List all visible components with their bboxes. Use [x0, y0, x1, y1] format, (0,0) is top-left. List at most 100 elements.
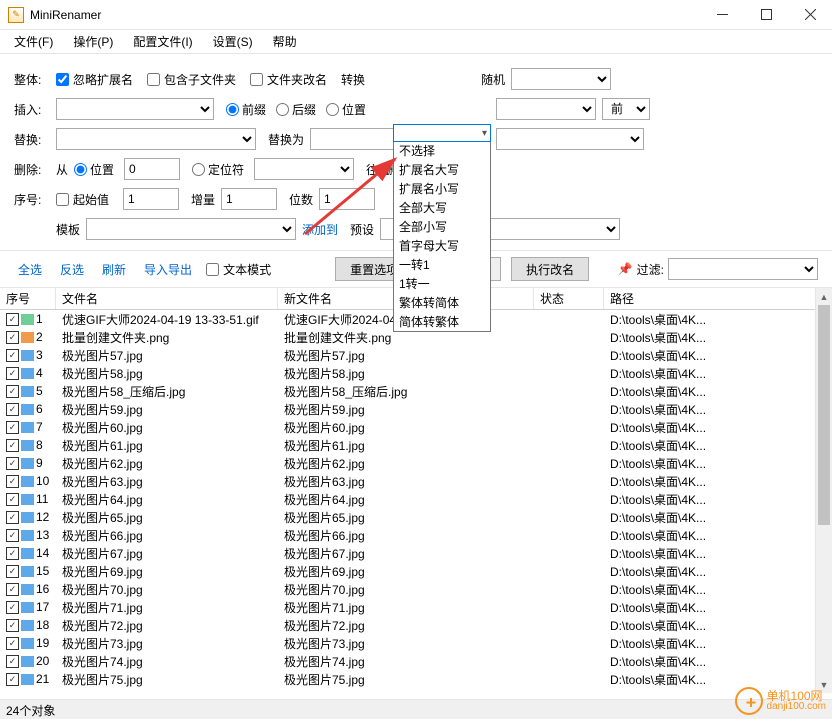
row-checkbox[interactable]: [6, 403, 19, 416]
row-checkbox[interactable]: [6, 385, 19, 398]
select-insert-opt[interactable]: [496, 98, 596, 120]
table-row[interactable]: 17极光图片71.jpg极光图片71.jpgD:\tools\桌面\4K...: [0, 598, 815, 616]
input-start-val[interactable]: [123, 188, 179, 210]
convert-option-6[interactable]: 一转1: [394, 255, 490, 274]
menu-help[interactable]: 帮助: [263, 30, 307, 53]
select-front-back[interactable]: 前: [602, 98, 650, 120]
select-filter[interactable]: [668, 258, 818, 280]
table-row[interactable]: 8极光图片61.jpg极光图片61.jpgD:\tools\桌面\4K...: [0, 436, 815, 454]
link-import-export[interactable]: 导入导出: [140, 259, 196, 280]
convert-option-5[interactable]: 首字母大写: [394, 236, 490, 255]
table-row[interactable]: 18极光图片72.jpg极光图片72.jpgD:\tools\桌面\4K...: [0, 616, 815, 634]
close-button[interactable]: [788, 0, 832, 30]
link-refresh[interactable]: 刷新: [98, 259, 130, 280]
row-checkbox[interactable]: [6, 511, 19, 524]
th-filename[interactable]: 文件名: [56, 288, 278, 309]
row-checkbox[interactable]: [6, 313, 19, 326]
cell-path: D:\tools\桌面\4K...: [604, 491, 815, 508]
table-row[interactable]: 5极光图片58_压缩后.jpg极光图片58_压缩后.jpgD:\tools\桌面…: [0, 382, 815, 400]
row-checkbox[interactable]: [6, 619, 19, 632]
select-replace-mode[interactable]: [496, 128, 644, 150]
table-row[interactable]: 4极光图片58.jpg极光图片58.jpgD:\tools\桌面\4K...: [0, 364, 815, 382]
row-checkbox[interactable]: [6, 655, 19, 668]
table-row[interactable]: 12极光图片65.jpg极光图片65.jpgD:\tools\桌面\4K...: [0, 508, 815, 526]
select-insert-text[interactable]: [56, 98, 214, 120]
select-locator[interactable]: [254, 158, 354, 180]
convert-option-0[interactable]: 不选择: [394, 141, 490, 160]
table-row[interactable]: 15极光图片69.jpg极光图片69.jpgD:\tools\桌面\4K...: [0, 562, 815, 580]
select-random[interactable]: [511, 68, 611, 90]
scroll-thumb[interactable]: [818, 305, 830, 525]
input-del-pos[interactable]: [124, 158, 180, 180]
checkbox-text-mode[interactable]: 文本模式: [206, 261, 271, 278]
checkbox-include-sub[interactable]: 包含子文件夹: [147, 71, 236, 88]
row-checkbox[interactable]: [6, 493, 19, 506]
radio-del-locator[interactable]: 定位符: [192, 161, 244, 178]
th-index[interactable]: 序号: [0, 288, 56, 309]
plus-circle-icon: [735, 687, 763, 715]
convert-option-1[interactable]: 扩展名大写: [394, 160, 490, 179]
row-checkbox[interactable]: [6, 637, 19, 650]
table-row[interactable]: 10极光图片63.jpg极光图片63.jpgD:\tools\桌面\4K...: [0, 472, 815, 490]
select-replace-from[interactable]: [56, 128, 256, 150]
menu-settings[interactable]: 设置(S): [203, 30, 263, 53]
table-row[interactable]: 14极光图片67.jpg极光图片67.jpgD:\tools\桌面\4K...: [0, 544, 815, 562]
table-row[interactable]: 3极光图片57.jpg极光图片57.jpgD:\tools\桌面\4K...: [0, 346, 815, 364]
table-row[interactable]: 21极光图片75.jpg极光图片75.jpgD:\tools\桌面\4K...: [0, 670, 815, 688]
table-row[interactable]: 6极光图片59.jpg极光图片59.jpgD:\tools\桌面\4K...: [0, 400, 815, 418]
menu-ops[interactable]: 操作(P): [63, 30, 123, 53]
link-select-all[interactable]: 全选: [14, 259, 46, 280]
row-checkbox[interactable]: [6, 367, 19, 380]
table-row[interactable]: 16极光图片70.jpg极光图片70.jpgD:\tools\桌面\4K...: [0, 580, 815, 598]
minimize-button[interactable]: [700, 0, 744, 30]
row-checkbox[interactable]: [6, 565, 19, 578]
table-row[interactable]: 19极光图片73.jpg极光图片73.jpgD:\tools\桌面\4K...: [0, 634, 815, 652]
row-checkbox[interactable]: [6, 457, 19, 470]
input-digits[interactable]: [319, 188, 375, 210]
radio-del-pos[interactable]: 位置: [74, 161, 114, 178]
table-row[interactable]: 13极光图片66.jpg极光图片66.jpgD:\tools\桌面\4K...: [0, 526, 815, 544]
convert-option-9[interactable]: 简体转繁体: [394, 312, 490, 331]
table-row[interactable]: 9极光图片62.jpg极光图片62.jpgD:\tools\桌面\4K...: [0, 454, 815, 472]
row-checkbox[interactable]: [6, 601, 19, 614]
cell-newname: 极光图片67.jpg: [278, 545, 534, 562]
select-template[interactable]: [86, 218, 296, 240]
menu-file[interactable]: 文件(F): [4, 30, 63, 53]
checkbox-start-val[interactable]: 起始值: [56, 191, 109, 208]
row-checkbox[interactable]: [6, 349, 19, 362]
menu-config[interactable]: 配置文件(I): [123, 30, 202, 53]
radio-suffix[interactable]: 后缀: [276, 101, 316, 118]
radio-position[interactable]: 位置: [326, 101, 366, 118]
scroll-up-icon[interactable]: ▲: [816, 288, 832, 305]
checkbox-ignore-ext[interactable]: 忽略扩展名: [56, 71, 133, 88]
row-checkbox[interactable]: [6, 475, 19, 488]
table-row[interactable]: 7极光图片60.jpg极光图片60.jpgD:\tools\桌面\4K...: [0, 418, 815, 436]
convert-option-4[interactable]: 全部小写: [394, 217, 490, 236]
convert-option-3[interactable]: 全部大写: [394, 198, 490, 217]
th-path[interactable]: 路径: [604, 288, 832, 309]
convert-option-2[interactable]: 扩展名小写: [394, 179, 490, 198]
table-row[interactable]: 20极光图片74.jpg极光图片74.jpgD:\tools\桌面\4K...: [0, 652, 815, 670]
row-checkbox[interactable]: [6, 583, 19, 596]
button-execute[interactable]: 执行改名: [511, 257, 589, 281]
row-checkbox[interactable]: [6, 529, 19, 542]
convert-option-8[interactable]: 繁体转简体: [394, 293, 490, 312]
table-row[interactable]: 11极光图片64.jpg极光图片64.jpgD:\tools\桌面\4K...: [0, 490, 815, 508]
th-status[interactable]: 状态: [534, 288, 604, 309]
radio-prefix[interactable]: 前缀: [226, 101, 266, 118]
row-checkbox[interactable]: [6, 439, 19, 452]
link-invert[interactable]: 反选: [56, 259, 88, 280]
checkbox-rename-folder[interactable]: 文件夹改名: [250, 71, 327, 88]
row-checkbox[interactable]: [6, 421, 19, 434]
convert-dropdown-field[interactable]: ▾: [393, 124, 491, 142]
vertical-scrollbar[interactable]: ▲ ▼: [815, 288, 832, 693]
convert-option-7[interactable]: 1转一: [394, 274, 490, 293]
link-add-to[interactable]: 添加到: [302, 221, 338, 238]
cell-path: D:\tools\桌面\4K...: [604, 635, 815, 652]
row-checkbox[interactable]: [6, 673, 19, 686]
input-increment[interactable]: [221, 188, 277, 210]
row-checkbox[interactable]: [6, 331, 19, 344]
maximize-button[interactable]: [744, 0, 788, 30]
row-checkbox[interactable]: [6, 547, 19, 560]
label-delete: 删除:: [14, 161, 56, 178]
